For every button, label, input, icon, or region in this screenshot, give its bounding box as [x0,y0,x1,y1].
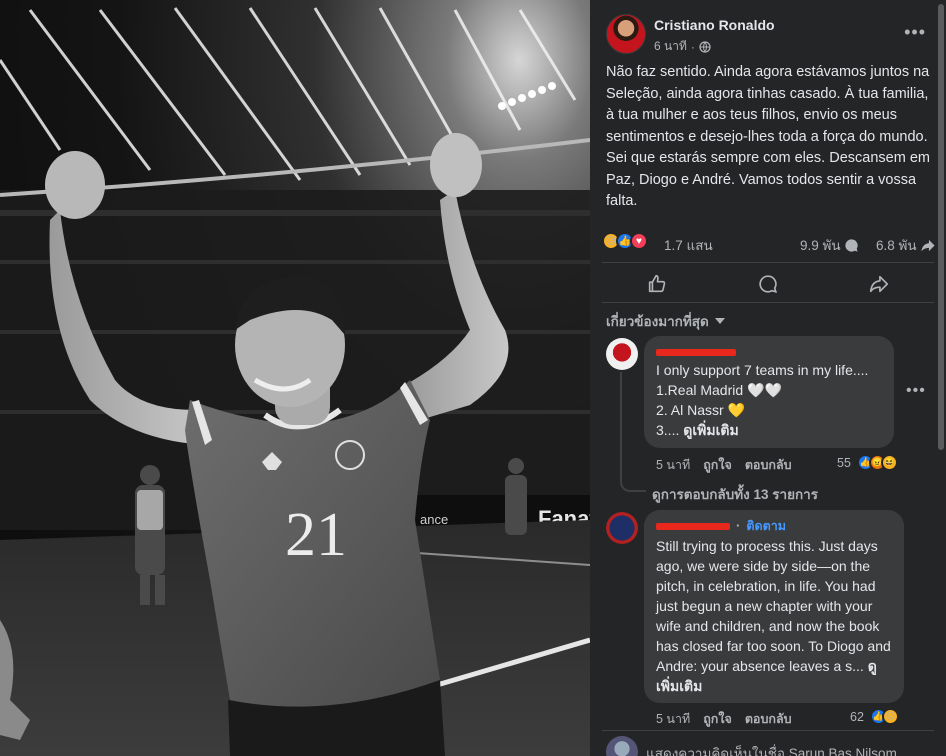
post-side-panel: Cristiano Ronaldo 6 นาที · ••• Não faz s… [590,0,946,756]
follow-button[interactable]: ติดตาม [746,516,786,536]
comment-line: 1.Real Madrid 🤍🤍 [656,382,782,398]
post-header: Cristiano Ronaldo 6 นาที · ••• [606,14,936,54]
reaction-icons[interactable]: ☹ 👍 ♥ [602,232,648,250]
player-photo-illustration: ance Fanat [0,7,590,756]
view-replies-link[interactable]: ดูการตอบกลับทั้ง 13 รายการ [652,483,818,505]
post-meta: 6 นาที · [654,37,711,56]
comment-composer-hint[interactable]: แสดงความคิดเห็นในชื่อ Sarun Bas Nilsom [646,742,897,756]
current-user-avatar[interactable] [606,736,638,756]
divider [602,262,934,263]
commenter-name[interactable] [656,344,882,360]
comment-count-group[interactable]: 9.9 พัน [800,234,859,256]
commenter-avatar[interactable] [606,338,638,370]
commenter-avatar[interactable] [606,512,638,544]
share-count-icon [921,239,935,251]
comment-filter[interactable]: เกี่ยวข้องมากที่สุด [606,310,725,332]
redaction-bar [656,522,730,530]
more-options-icon[interactable]: ••• [904,22,926,43]
share-count-group[interactable]: 6.8 พัน [876,234,936,256]
comment-count: 9.9 พัน [800,238,841,253]
comment-bubble: I only support 7 teams in my life.... 1.… [644,336,894,448]
reactions-bar: ☹ 👍 ♥ 1.7 แสน 9.9 พัน 6.8 พัน [602,230,936,256]
redaction-bar [656,348,736,356]
share-count: 6.8 พัน [876,238,917,253]
comment-time[interactable]: 5 นาที [656,709,690,729]
post-text: Não faz sentido. Ainda agora estávamos j… [606,64,930,209]
like-button[interactable] [602,268,713,300]
comment-icon [759,275,778,293]
action-row [602,268,934,300]
comment-count-icon [845,238,858,252]
post-photo[interactable]: ance Fanat [0,0,590,756]
comment-reaction-count: 62 [850,709,864,724]
board-fragment: ance [420,512,448,527]
divider [602,730,934,731]
comment-reply-button[interactable]: ตอบกลับ [745,709,792,729]
see-more-link[interactable]: ดูเพิ่มเติม [683,422,738,438]
haha-reaction-icon: 😆 [880,454,898,471]
globe-icon [699,40,711,53]
share-button[interactable] [823,268,934,300]
author-name[interactable]: Cristiano Ronaldo [654,17,775,33]
comment-reactions[interactable]: 55 👍 😠 😆 [837,454,898,471]
comment-line-text: 3.... [656,422,680,438]
reaction-count[interactable]: 1.7 แสน [664,234,713,256]
comment-like-button[interactable]: ถูกใจ [703,455,732,475]
comment-text: Still trying to process this. Just days … [656,538,891,674]
author-avatar[interactable] [606,14,646,54]
comment-line: 3.... ดูเพิ่มเติม [656,420,882,440]
thread-line [620,372,646,492]
scrollbar[interactable] [938,4,944,450]
comment-line: I only support 7 teams in my life.... [656,362,869,378]
comment-button[interactable] [713,268,824,300]
comment-more-icon[interactable]: ••• [906,382,926,400]
comment-like-button[interactable]: ถูกใจ [703,709,732,729]
sad-reaction-icon: ☹ [881,708,899,725]
comment-reply-button[interactable]: ตอบกลับ [745,455,792,475]
comment-actions: 5 นาที ถูกใจ ตอบกลับ [656,455,792,475]
comment-reaction-count: 55 [837,455,851,470]
comment-line: 2. Al Nassr 💛 [656,402,746,418]
commenter-name[interactable]: · ติดตาม [656,518,892,534]
chevron-down-icon [714,318,725,324]
post-timestamp[interactable]: 6 นาที [654,37,687,56]
like-icon [649,274,666,293]
divider [602,302,934,303]
comment-time[interactable]: 5 นาที [656,455,690,475]
comment-actions: 5 นาที ถูกใจ ตอบกลับ [656,709,792,729]
comment-reactions[interactable]: 62 👍 ☹ [850,708,899,725]
share-icon [869,275,888,293]
love-reaction-icon: ♥ [630,232,648,250]
comment-bubble: · ติดตาม Still trying to process this. J… [644,510,904,703]
comment-filter-label: เกี่ยวข้องมากที่สุด [606,314,709,329]
jersey-number: 21 [285,501,347,569]
